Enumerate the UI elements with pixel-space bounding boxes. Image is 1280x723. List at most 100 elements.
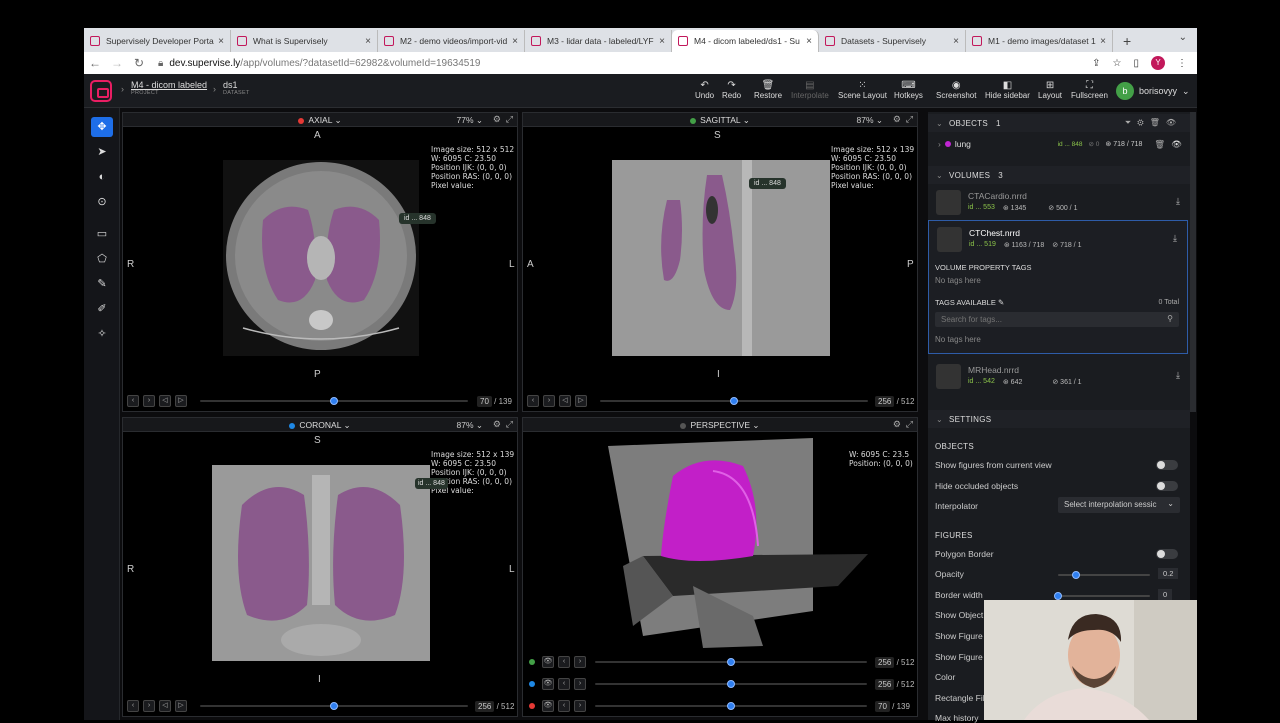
breadcrumb-project[interactable]: M4 - dicom labeled [131, 80, 207, 90]
object-id-tag[interactable]: id ... 848 [749, 178, 786, 189]
object-row-lung[interactable]: › lung id ... 848 ⊘ 0 ⊛ 718 / 718 🗑︎ 👁︎ [928, 136, 1190, 152]
slice-slider[interactable] [200, 702, 468, 710]
axial-viewport[interactable]: AXIAL ⌄ 77% ⌄ ⚙ ⤢ A P R L Image size: 51… [122, 112, 518, 412]
slider-thumb[interactable] [727, 658, 735, 666]
trash-icon[interactable]: 🗑︎ [1150, 118, 1166, 127]
tab-search-chevron-icon[interactable]: ⌄ [1179, 32, 1187, 43]
sidebar-scrollbar[interactable] [1190, 112, 1196, 412]
supervisely-logo-icon[interactable] [90, 80, 112, 102]
prev-slice-icon[interactable]: ‹ [558, 678, 570, 690]
target-tool-icon[interactable]: ⊙ [91, 192, 113, 212]
objects-header[interactable]: ⌄ OBJECTS 1 ⏷⚙🗑︎👁︎ [928, 114, 1190, 132]
slider-thumb[interactable] [330, 702, 338, 710]
gear-icon[interactable]: ⚙ [893, 419, 901, 430]
browser-tab-active[interactable]: M4 - dicom labeled/ds1 - Su × [672, 30, 819, 52]
bookmark-star-icon[interactable]: ☆ [1113, 58, 1122, 69]
volumes-header[interactable]: ⌄ VOLUMES 3 [928, 166, 1190, 184]
sagittal-viewport[interactable]: SAGITTAL ⌄ 87% ⌄ ⚙ ⤢ S I A P Image size:… [522, 112, 918, 412]
pan-tool-icon[interactable]: ✥ [91, 117, 113, 137]
opacity-slider-thumb[interactable] [1072, 571, 1081, 579]
close-tab-icon[interactable]: × [1100, 36, 1106, 47]
reload-icon[interactable]: ↻ [128, 56, 150, 70]
pointer-tool-icon[interactable]: ➤ [91, 142, 113, 162]
border-width-slider[interactable] [1054, 592, 1150, 600]
expand-icon[interactable]: ⤢ [906, 419, 913, 430]
close-tab-icon[interactable]: × [953, 36, 959, 47]
undo-button[interactable]: ↶ Undo [695, 80, 714, 100]
next-slice-icon[interactable]: › [574, 678, 586, 690]
settings-icon[interactable]: ⚙ [1137, 118, 1149, 127]
show-figures-toggle[interactable] [1156, 460, 1178, 470]
browser-tab[interactable]: M1 - demo images/dataset 1 × [966, 30, 1113, 52]
fullscreen-button[interactable]: ⛶ Fullscreen [1071, 80, 1108, 100]
zoom-select[interactable]: 77% ⌄ [457, 115, 484, 126]
prev-slice-icon[interactable]: ‹ [558, 656, 570, 668]
volume-item-selected[interactable]: CTChest.nrrd id ... 519 ⊛ 1163 / 718 ⊘ 718… [929, 223, 1187, 255]
sidebar-toggle-icon[interactable]: ▯ [1133, 58, 1139, 69]
close-tab-icon[interactable]: × [806, 36, 812, 47]
perspective-viewport[interactable]: PERSPECTIVE ⌄ ⚙ ⤢ W: 6095 C: 23.5 Positio… [522, 417, 918, 717]
gear-icon[interactable]: ⚙ [493, 114, 501, 125]
coronal-viewport[interactable]: CORONAL ⌄ 87% ⌄ ⚙ ⤢ S I R L Image size: … [122, 417, 518, 717]
play-icon[interactable]: ▷ [175, 700, 187, 712]
slice-slider[interactable] [595, 702, 867, 710]
slice-slider[interactable] [200, 397, 468, 405]
browser-tab[interactable]: Datasets - Supervisely × [819, 30, 966, 52]
slice-slider[interactable] [600, 397, 868, 405]
border-width-slider-thumb[interactable] [1054, 592, 1062, 600]
eraser-tool-icon[interactable]: ✐ [91, 299, 113, 319]
filter-icon[interactable]: ⏷ [1125, 118, 1137, 127]
close-tab-icon[interactable]: × [218, 36, 224, 47]
polygon-tool-icon[interactable]: ⬠ [91, 249, 113, 269]
browser-tab[interactable]: What is Supervisely × [231, 30, 378, 52]
opacity-slider[interactable] [1058, 571, 1150, 579]
object-id-tag[interactable]: id ... 848 [415, 478, 448, 489]
eye-icon[interactable]: 👁︎ [542, 678, 554, 690]
share-icon[interactable]: ⇪ [1092, 58, 1100, 69]
scene-layout-button[interactable]: ⁙ Scene Layout [838, 80, 887, 100]
restore-button[interactable]: 🗑︎ Restore [754, 80, 782, 100]
search-icon[interactable]: ⚲ [1167, 314, 1173, 323]
prev-slice-icon[interactable]: ‹ [527, 395, 539, 407]
next-slice-icon[interactable]: › [574, 656, 586, 668]
browser-tab[interactable]: M2 - demo videos/import-vid × [378, 30, 525, 52]
eye-icon[interactable]: 👁︎ [542, 700, 554, 712]
profile-avatar[interactable]: Y [1151, 56, 1165, 70]
trash-icon[interactable]: 🗑︎ [1154, 139, 1165, 150]
slider-thumb[interactable] [730, 397, 738, 405]
next-slice-icon[interactable]: › [543, 395, 555, 407]
redo-button[interactable]: ↷ Redo [722, 80, 741, 100]
slice-slider[interactable] [595, 658, 867, 666]
slice-input[interactable]: 256 [875, 657, 895, 668]
gear-icon[interactable]: ⚙ [893, 114, 901, 125]
volume-item[interactable]: CTACardio.nrrd id ... 553 ⊛ 1345 ⊘ 500 / 1… [928, 186, 1190, 218]
forward-arrow-icon[interactable]: → [106, 56, 128, 70]
slice-input[interactable]: 256 [875, 396, 895, 407]
play-icon[interactable]: ▷ [575, 395, 587, 407]
layout-button[interactable]: ⊞ Layout [1038, 80, 1062, 100]
opacity-value[interactable]: 0.2 [1158, 568, 1179, 579]
breadcrumb-dataset[interactable]: ds1 [223, 80, 250, 90]
slice-input[interactable]: 70 [875, 701, 890, 712]
eye-icon[interactable]: 👁︎ [1166, 118, 1182, 127]
brightness-tool-icon[interactable]: ◐ [91, 167, 113, 187]
brush-tool-icon[interactable]: ✎ [91, 274, 113, 294]
eye-icon[interactable]: 👁︎ [1171, 139, 1182, 150]
expand-icon[interactable]: ⤢ [506, 419, 513, 430]
eye-icon[interactable]: 👁︎ [542, 656, 554, 668]
url-field[interactable]: dev.supervise.ly/app/volumes/?datasetId=… [169, 58, 480, 69]
close-tab-icon[interactable]: × [512, 36, 518, 47]
prev-slice-icon[interactable]: ‹ [127, 700, 139, 712]
new-tab-button[interactable]: + [1113, 30, 1141, 52]
browser-tab[interactable]: M3 - lidar data - labeled/LYF × [525, 30, 672, 52]
slice-slider[interactable] [595, 680, 867, 688]
objects-header-icons[interactable]: ⏷⚙🗑︎👁︎ [1125, 118, 1182, 128]
rectangle-tool-icon[interactable]: ▭ [91, 224, 113, 244]
magic-wand-tool-icon[interactable]: ✧ [91, 324, 113, 344]
expand-icon[interactable]: ⤢ [906, 114, 913, 125]
download-icon[interactable]: ⤓ [1176, 370, 1180, 381]
slice-input[interactable]: 70 [477, 396, 492, 407]
tag-search-input[interactable] [935, 312, 1155, 327]
slider-thumb[interactable] [727, 702, 735, 710]
browser-tab[interactable]: Supervisely Developer Portal × [84, 30, 231, 52]
